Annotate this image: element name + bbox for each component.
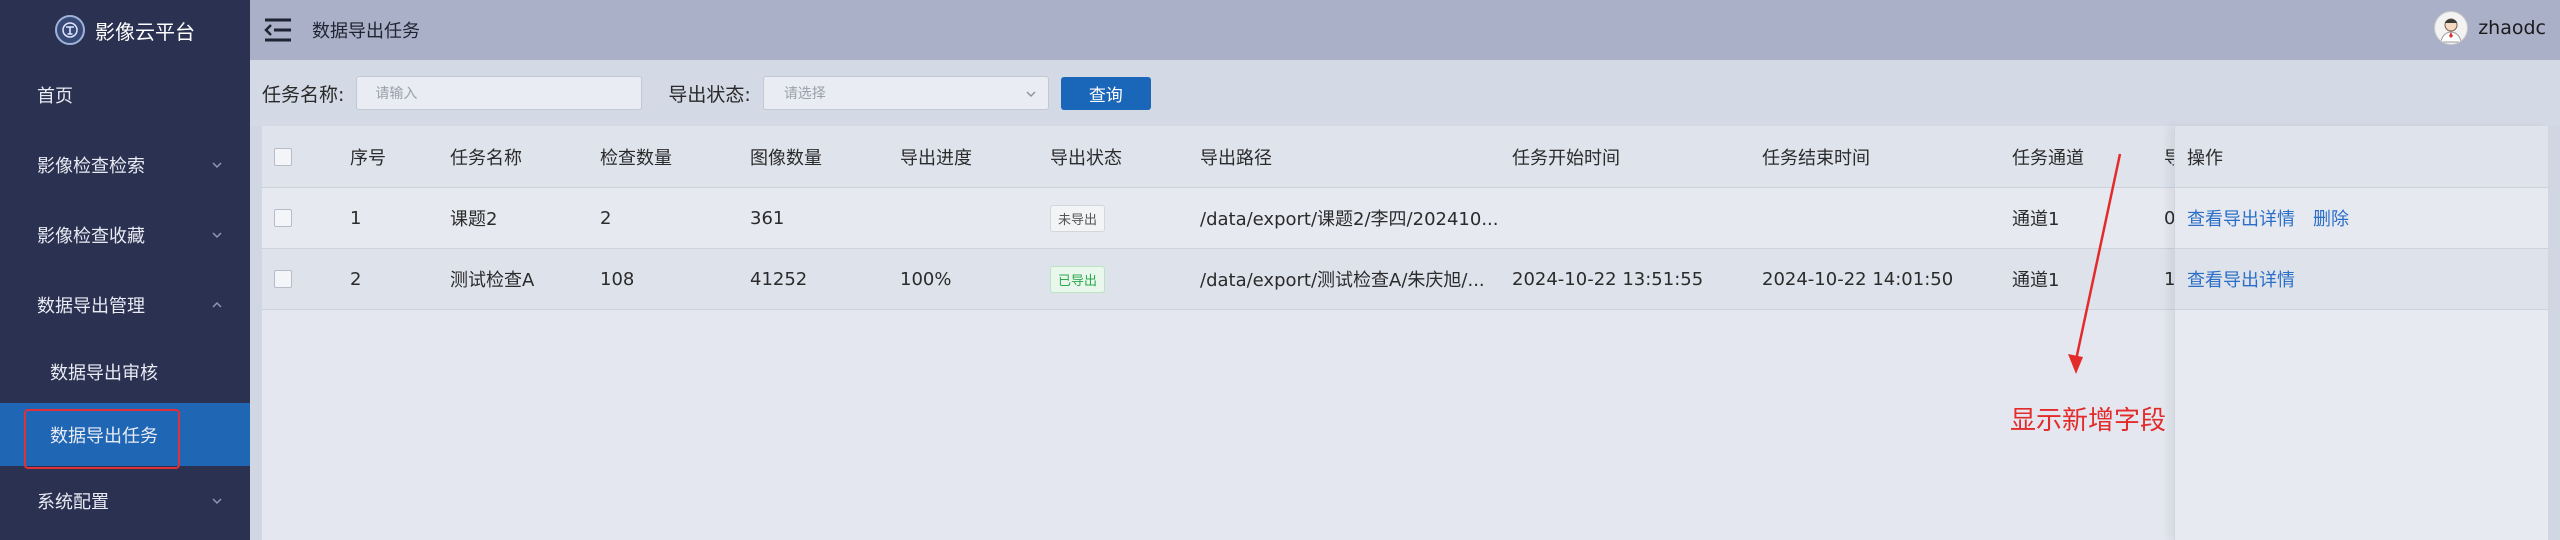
row-checkbox[interactable] — [274, 209, 292, 227]
select-all-checkbox[interactable] — [274, 147, 292, 166]
column-header: 任务通道 — [2012, 147, 2084, 169]
annotation-text: 显示新增字段 — [2010, 406, 2167, 436]
column-header: 序号 — [350, 147, 386, 169]
sidebar-item-label: 影像检查检索 — [37, 156, 145, 177]
export-task-table: 序号 任务名称 检查数量 图像数量 导出进度 导出状态 导出路径 任务开始时间 … — [262, 126, 2548, 540]
column-header: 任务开始时间 — [1512, 147, 1620, 169]
cell-name: 课题2 — [450, 209, 498, 230]
column-header: 导出路径 — [1200, 147, 1272, 169]
cell-start: 2024-10-22 13:51:55 — [1512, 268, 1704, 290]
highlight-box — [24, 409, 180, 469]
cell-exam-count: 108 — [600, 268, 635, 290]
sidebar-item-home[interactable]: 首页 — [0, 60, 250, 130]
chevron-down-icon — [212, 498, 222, 505]
chevron-down-icon — [1026, 91, 1036, 97]
cell-channel: 通道1 — [2012, 270, 2060, 291]
cell-path: /data/export/测试检查A/朱庆旭/... — [1200, 270, 1485, 291]
delete-link[interactable]: 删除 — [2313, 205, 2349, 231]
cell-image-count: 41252 — [750, 268, 808, 290]
logo-icon — [55, 15, 85, 45]
chevron-down-icon — [212, 162, 222, 169]
column-header: 图像数量 — [750, 147, 822, 169]
avatar — [2434, 11, 2469, 45]
view-export-details-link[interactable]: 查看导出详情 — [2187, 205, 2295, 231]
task-name-placeholder: 请输入 — [375, 86, 418, 102]
chevron-down-icon — [212, 232, 222, 239]
column-header: 任务结束时间 — [1762, 147, 1870, 169]
menu-fold-icon[interactable] — [262, 17, 294, 43]
view-export-details-link[interactable]: 查看导出详情 — [2187, 266, 2295, 292]
filter-bar: 任务名称: 请输入 导出状态: 请选择 查询 — [250, 60, 2560, 126]
cell-progress: 100% — [900, 268, 952, 290]
sidebar-item-system-config[interactable]: 系统配置 — [0, 466, 250, 536]
sidebar-item-label: 影像检查收藏 — [37, 226, 145, 247]
sidebar-item-export-review[interactable]: 数据导出审核 — [0, 340, 250, 403]
column-header: 导出状态 — [1050, 147, 1122, 169]
top-header: 数据导出任务 zhaodc — [250, 0, 2560, 60]
sidebar-item-label: 首页 — [37, 86, 73, 107]
operations-column: 操作 查看导出详情 删除 查看导出详情 — [2174, 126, 2548, 540]
column-header: 导出进度 — [900, 147, 972, 169]
cell-exam-count: 2 — [600, 207, 612, 229]
brand-title: 影像云平台 — [95, 19, 195, 44]
column-header: 任务名称 — [450, 147, 522, 169]
sidebar-item-label: 数据导出管理 — [37, 296, 145, 317]
sidebar: 影像云平台 首页 影像检查检索 影像检查收藏 数据导出管理 数据导出审核 数据导… — [0, 0, 250, 540]
cell-path: /data/export/课题2/李四/202410... — [1200, 209, 1499, 230]
status-badge: 已导出 — [1050, 265, 1106, 293]
sidebar-item-data-export[interactable]: 数据导出管理 — [0, 270, 250, 340]
cell-image-count: 361 — [750, 207, 785, 229]
brand: 影像云平台 — [0, 0, 250, 60]
cell-index: 1 — [350, 207, 362, 229]
username: zhaodc — [2478, 17, 2546, 39]
cell-end: 2024-10-22 14:01:50 — [1762, 268, 1954, 290]
user-menu[interactable]: zhaodc — [2434, 11, 2546, 45]
sidebar-item-label: 系统配置 — [37, 492, 109, 513]
task-name-label: 任务名称: — [262, 83, 345, 106]
sidebar-item-image-favorites[interactable]: 影像检查收藏 — [0, 200, 250, 270]
status-badge: 未导出 — [1050, 204, 1106, 232]
column-header: 操作 — [2187, 147, 2223, 169]
cell-name: 测试检查A — [450, 270, 535, 291]
task-name-input[interactable]: 请输入 — [356, 76, 643, 110]
sidebar-item-image-search[interactable]: 影像检查检索 — [0, 130, 250, 200]
page-title: 数据导出任务 — [312, 21, 420, 42]
export-status-placeholder: 请选择 — [783, 86, 826, 102]
sidebar-item-label: 数据导出审核 — [50, 362, 158, 384]
cell-channel: 通道1 — [2012, 209, 2060, 230]
query-button[interactable]: 查询 — [1060, 76, 1151, 110]
export-status-label: 导出状态: — [668, 83, 751, 106]
export-status-select[interactable]: 请选择 — [762, 76, 1049, 110]
cell-index: 2 — [350, 268, 362, 290]
sidebar-item-export-tasks[interactable]: 数据导出任务 — [0, 403, 250, 469]
chevron-up-icon — [212, 301, 222, 308]
column-header: 检查数量 — [600, 147, 672, 169]
row-checkbox[interactable] — [274, 270, 292, 288]
